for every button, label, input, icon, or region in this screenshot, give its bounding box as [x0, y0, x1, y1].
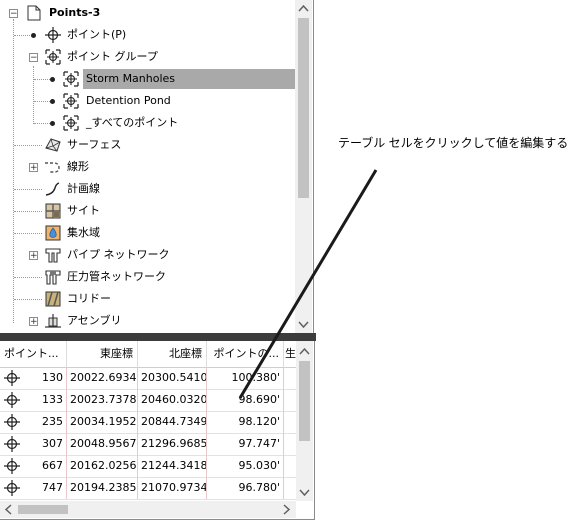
callout-text: テーブル セルをクリックして値を編集する — [338, 136, 569, 150]
callout-leader-line — [238, 169, 378, 399]
